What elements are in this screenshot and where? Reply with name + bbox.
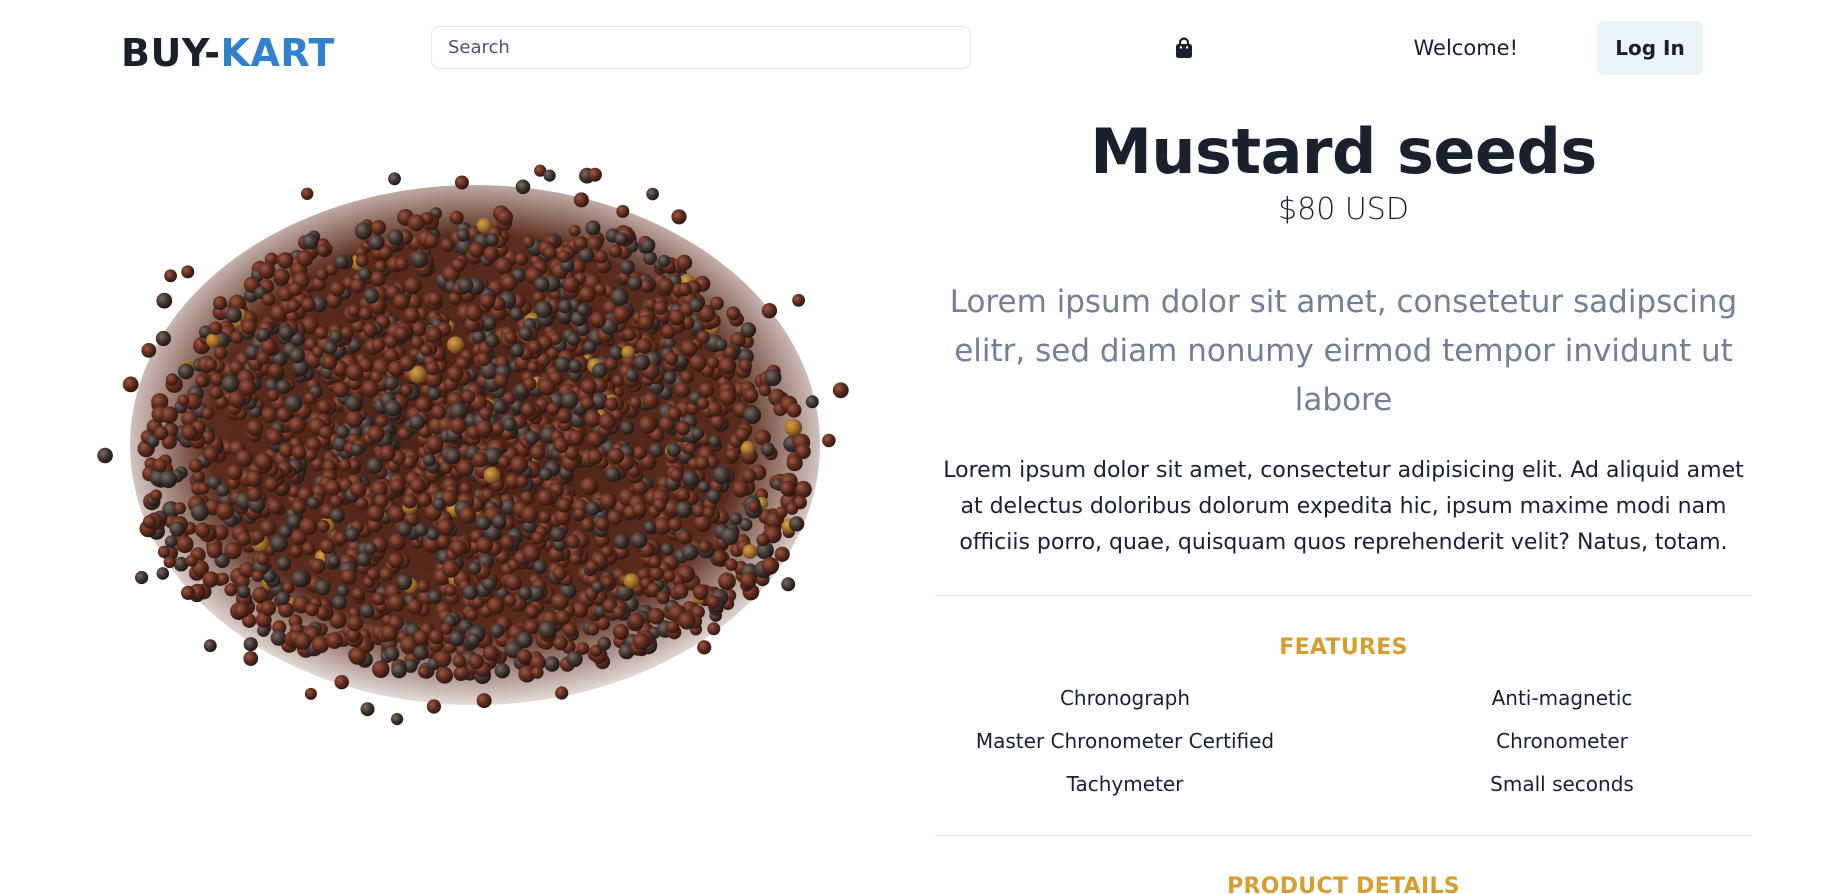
product-price: $80 USD	[1278, 192, 1409, 227]
welcome-text: Welcome!	[1413, 36, 1518, 60]
product-details-heading: PRODUCT DETAILS	[1227, 874, 1460, 894]
feature-item: Chronograph	[1059, 686, 1191, 710]
product-subtitle: Lorem ipsum dolor sit amet, consetetur s…	[949, 284, 1738, 418]
divider	[935, 835, 1752, 836]
product-title: Mustard seeds	[1090, 115, 1597, 188]
product-info: Mustard seeds $80 USD Lorem ipsum dolor …	[935, 112, 1752, 894]
divider	[935, 595, 1752, 596]
search-input[interactable]	[431, 26, 971, 69]
shopping-bag-icon	[1176, 37, 1192, 58]
product-image	[97, 164, 849, 726]
login-button[interactable]: Log In	[1597, 21, 1703, 75]
product-page: BUY-KART Welcome! Log In	[0, 0, 1824, 894]
cart-button[interactable]	[1172, 36, 1196, 60]
product-description: Lorem ipsum dolor sit amet, consectetur …	[943, 458, 1744, 555]
logo-text-kart: KART	[220, 31, 335, 75]
feature-item: Anti-magnetic	[1491, 686, 1633, 710]
feature-item: Small seconds	[1490, 772, 1634, 796]
features-heading: FEATURES	[1279, 635, 1408, 660]
feature-item: Chronometer	[1496, 729, 1628, 753]
feature-item: Tachymeter	[1066, 772, 1184, 796]
logo-text-buy: BUY-	[121, 31, 221, 75]
features-list: Chronograph Anti-magnetic Master Chronom…	[935, 684, 1752, 798]
brand-logo[interactable]: BUY-KART	[121, 30, 335, 76]
feature-item: Master Chronometer Certified	[975, 729, 1275, 753]
